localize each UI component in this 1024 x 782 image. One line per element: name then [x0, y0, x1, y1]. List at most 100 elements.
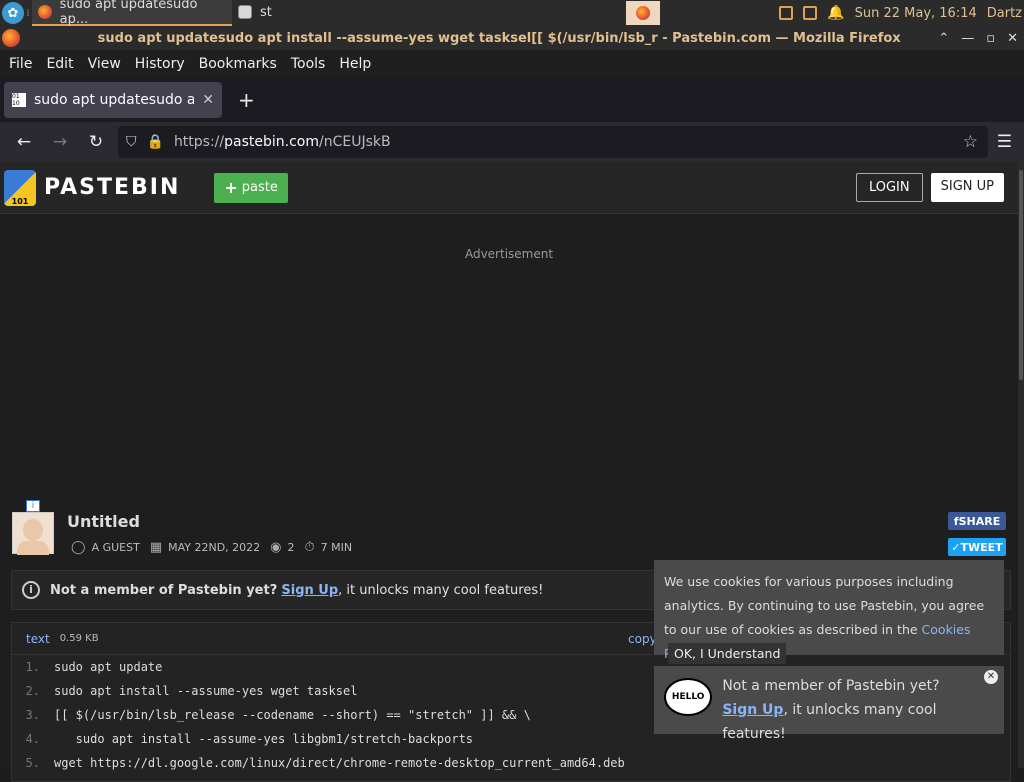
promo-line1: Not a member of Pastebin yet? [722, 678, 940, 694]
tray-window-icon[interactable] [779, 6, 794, 20]
back-arrow-icon[interactable]: ← [6, 132, 42, 152]
start-menu-icon[interactable]: ✿ [2, 2, 24, 24]
pastebin-header: 101 PASTEBIN + paste LOGIN SIGN UP [0, 162, 1018, 214]
paste-meta: ◯ A GUEST ▦ MAY 22ND, 2022 ◉ 2 ⏱ 7 MIN [67, 540, 352, 555]
signup-button[interactable]: SIGN UP [930, 173, 1004, 202]
browser-tab[interactable]: 01 10 sudo apt updatesudo apt ✕ [4, 82, 222, 118]
menu-bar: File Edit View History Bookmarks Tools H… [0, 50, 1024, 78]
paste-label: paste [241, 180, 278, 195]
avatar-body [17, 541, 49, 555]
menu-history[interactable]: History [128, 56, 192, 72]
paste-title: Untitled [67, 512, 140, 531]
cookie-notice: We use cookies for various purposes incl… [654, 560, 1004, 661]
taskbar-window-firefox[interactable]: sudo apt updatesudo ap... [32, 0, 232, 27]
line-text: sudo apt install --assume-yes libgbm1/st… [54, 732, 474, 746]
line-text: [[ $(/usr/bin/lsb_release --codename --s… [54, 708, 531, 722]
twitter-share-button[interactable]: ✓ TWEET [948, 538, 1006, 556]
terminal-icon [238, 5, 252, 19]
close-icon[interactable]: ✕ [1007, 31, 1018, 46]
address-bar[interactable]: ⛉ 🔒 https://pastebin.com/nCEUJskB ☆ [118, 126, 988, 158]
url-domain: pastebin.com [224, 134, 319, 150]
facebook-share-button[interactable]: f SHARE [948, 512, 1006, 530]
notice-text: Not a member of Pastebin yet? Sign Up, i… [50, 583, 543, 598]
forward-arrow-icon[interactable]: → [42, 132, 78, 152]
close-icon[interactable]: ✕ [984, 670, 998, 684]
chevron-up-icon[interactable]: ⌃ [938, 31, 949, 46]
reload-icon[interactable]: ↻ [78, 132, 114, 152]
info-icon[interactable]: i [26, 500, 40, 512]
paste-expiry: 7 MIN [320, 541, 353, 554]
syntax-type[interactable]: text [26, 632, 50, 646]
taskbar-window-terminal[interactable]: st [232, 0, 428, 26]
url-prefix: https:// [173, 134, 225, 150]
new-tab-icon[interactable]: + [238, 88, 255, 112]
line-text: sudo apt update [54, 660, 163, 674]
user-icon: ◯ [71, 540, 86, 555]
url-path: /nCEUJskB [319, 134, 391, 150]
plus-icon: + [224, 178, 238, 197]
promo-text: Not a member of Pastebin yet? Sign Up, i… [722, 674, 994, 742]
taskbar-window-label: st [260, 4, 272, 20]
share-label: SHARE [958, 514, 1001, 528]
line-text: sudo apt install --assume-yes wget tasks… [54, 684, 358, 698]
paste-date: MAY 22ND, 2022 [168, 541, 261, 554]
signup-promo-popup: HELLO Not a member of Pastebin yet? Sign… [654, 666, 1004, 742]
menu-view[interactable]: View [81, 56, 128, 72]
line-number: 4. [25, 732, 40, 746]
lock-icon[interactable]: 🔒 [147, 134, 164, 150]
menu-tools[interactable]: Tools [284, 56, 333, 72]
notification-bell-icon[interactable]: 🔔 [827, 5, 844, 21]
pastebin-logo[interactable]: PASTEBIN [44, 175, 180, 200]
info-circle-icon: i [22, 581, 40, 599]
new-paste-button[interactable]: + paste [214, 172, 288, 203]
paste-size: 0.59 KB [59, 633, 99, 644]
code-line: 5. wget https://dl.google.com/linux/direc… [12, 751, 1010, 775]
shield-icon[interactable]: ⛉ [126, 134, 137, 150]
tweet-label: TWEET [960, 540, 1003, 554]
menu-edit[interactable]: Edit [39, 56, 80, 72]
eye-icon: ◉ [270, 540, 282, 555]
taskbar: ✿ ⁞ sudo apt updatesudo ap... st 🔔 Sun 2… [0, 0, 1024, 27]
firefox-launcher-icon[interactable] [626, 1, 660, 25]
menu-help[interactable]: Help [332, 56, 378, 72]
navigation-bar: ← → ↻ ⛉ 🔒 https://pastebin.com/nCEUJskB … [0, 122, 1024, 162]
close-tab-icon[interactable]: ✕ [202, 92, 214, 108]
taskbar-window-label: sudo apt updatesudo ap... [59, 0, 198, 27]
notice-signup-link[interactable]: Sign Up [281, 583, 338, 598]
line-number: 2. [25, 684, 40, 698]
scrollbar-thumb[interactable] [1019, 170, 1023, 380]
hamburger-menu-icon[interactable]: ☰ [997, 132, 1012, 152]
menu-file[interactable]: File [2, 56, 39, 72]
maximize-icon[interactable]: ▫ [986, 31, 995, 46]
menu-bookmarks[interactable]: Bookmarks [192, 56, 284, 72]
tab-bar: 01 10 sudo apt updatesudo apt ✕ + [0, 78, 1024, 122]
pastebin-logo-icon[interactable]: 101 [4, 169, 36, 206]
firefox-icon [636, 6, 650, 20]
bookmark-star-icon[interactable]: ☆ [963, 132, 988, 152]
avatar[interactable] [12, 512, 54, 555]
copy-button[interactable]: copy [628, 632, 657, 646]
tab-label: sudo apt updatesudo apt [34, 92, 195, 108]
line-number: 3. [25, 708, 40, 722]
clock[interactable]: Sun 22 May, 16:14 [855, 6, 977, 21]
firefox-icon [38, 5, 52, 19]
separator-icon: ⁞ [26, 7, 30, 19]
window-title: sudo apt updatesudo apt install --assume… [97, 30, 901, 46]
minimize-icon[interactable]: — [961, 31, 974, 46]
notice-rest: , it unlocks many cool features! [338, 582, 544, 598]
avatar-face [23, 519, 43, 541]
calendar-icon: ▦ [149, 540, 163, 555]
window-titlebar: sudo apt updatesudo apt install --assume… [0, 26, 1024, 50]
timer-icon: ⏱ [304, 540, 315, 555]
url-text[interactable]: https://pastebin.com/nCEUJskB [174, 134, 953, 150]
pastebin-favicon-icon: 01 10 [12, 93, 26, 107]
login-button[interactable]: LOGIN [855, 173, 923, 202]
tray-chat-icon[interactable] [803, 6, 818, 20]
hello-bubble-icon: HELLO [664, 678, 713, 716]
promo-signup-link[interactable]: Sign Up [722, 702, 783, 718]
notice-bold: Not a member of Pastebin yet? [50, 582, 278, 598]
advertisement-label: Advertisement [464, 247, 554, 261]
username[interactable]: Dartz [987, 6, 1022, 21]
paste-author[interactable]: A GUEST [92, 541, 140, 554]
cookie-ok-button[interactable]: OK, I Understand [668, 643, 787, 664]
